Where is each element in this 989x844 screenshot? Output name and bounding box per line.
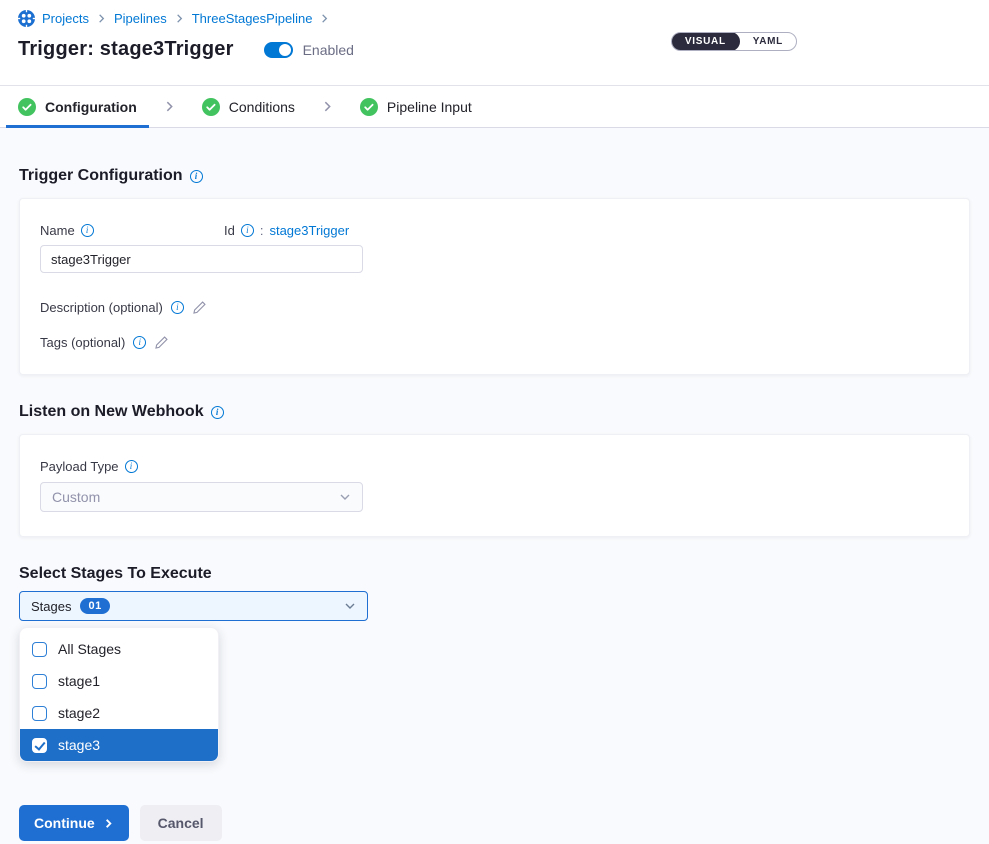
stages-count-badge: 01 bbox=[80, 598, 109, 614]
edit-pencil-icon[interactable] bbox=[192, 300, 207, 315]
chevron-right-icon bbox=[163, 100, 176, 113]
chevron-down-icon bbox=[344, 600, 356, 612]
chevron-right-icon bbox=[321, 100, 334, 113]
stages-multiselect[interactable]: Stages 01 bbox=[19, 591, 368, 621]
trigger-configuration-card: Name i Id i : stage3Trigger Description … bbox=[19, 198, 970, 375]
breadcrumb-projects[interactable]: Projects bbox=[42, 11, 89, 26]
name-label: Name bbox=[40, 223, 75, 238]
visual-tab[interactable]: VISUAL bbox=[671, 32, 740, 51]
stage-option-all-stages[interactable]: All Stages bbox=[20, 633, 218, 665]
id-value[interactable]: stage3Trigger bbox=[269, 223, 349, 238]
section-title: Trigger Configuration bbox=[19, 167, 183, 185]
webhook-card: Payload Type i Custom bbox=[19, 434, 970, 537]
stage-option-stage2[interactable]: stage2 bbox=[20, 697, 218, 729]
stages-dropdown-menu: All Stages stage1 stage2 stage3 bbox=[19, 627, 219, 762]
stage-option-stage1[interactable]: stage1 bbox=[20, 665, 218, 697]
continue-button[interactable]: Continue bbox=[19, 805, 129, 841]
option-label: stage3 bbox=[58, 737, 100, 753]
title-row: Trigger: stage3Trigger Enabled bbox=[18, 38, 971, 61]
info-icon[interactable]: i bbox=[133, 336, 146, 349]
check-circle-icon bbox=[202, 98, 220, 116]
page-header: Projects Pipelines ThreeStagesPipeline T… bbox=[0, 0, 989, 86]
visual-yaml-toggle: VISUAL YAML bbox=[671, 32, 797, 51]
webhook-heading: Listen on New Webhook i bbox=[19, 403, 970, 421]
id-label: Id bbox=[224, 223, 235, 238]
breadcrumb-pipeline-name[interactable]: ThreeStagesPipeline bbox=[192, 11, 313, 26]
check-circle-icon bbox=[360, 98, 378, 116]
name-column: Name i bbox=[40, 223, 224, 238]
info-icon[interactable]: i bbox=[211, 406, 224, 419]
stage-option-stage3[interactable]: stage3 bbox=[20, 729, 218, 761]
check-circle-icon bbox=[18, 98, 36, 116]
tags-row: Tags (optional) i bbox=[40, 335, 949, 350]
info-icon[interactable]: i bbox=[125, 460, 138, 473]
option-label: stage1 bbox=[58, 673, 100, 689]
tab-conditions[interactable]: Conditions bbox=[190, 86, 307, 127]
info-icon[interactable]: i bbox=[241, 224, 254, 237]
tab-pipeline-input[interactable]: Pipeline Input bbox=[348, 86, 484, 127]
chevron-down-icon bbox=[339, 491, 351, 503]
chevron-right-icon bbox=[103, 818, 114, 829]
wizard-tab-bar: Configuration Conditions Pipeline Input bbox=[0, 86, 989, 128]
info-icon[interactable]: i bbox=[81, 224, 94, 237]
description-label: Description (optional) bbox=[40, 300, 163, 315]
harness-logo-icon bbox=[18, 10, 35, 27]
checkbox-unchecked[interactable] bbox=[32, 642, 47, 657]
tags-label: Tags (optional) bbox=[40, 335, 125, 350]
section-title: Select Stages To Execute bbox=[19, 565, 212, 583]
option-label: stage2 bbox=[58, 705, 100, 721]
id-colon: : bbox=[260, 223, 264, 238]
section-title: Listen on New Webhook bbox=[19, 403, 204, 421]
name-label-row: Name i bbox=[40, 223, 224, 238]
tab-configuration[interactable]: Configuration bbox=[6, 86, 149, 127]
trigger-configuration-heading: Trigger Configuration i bbox=[19, 167, 970, 185]
enabled-label: Enabled bbox=[303, 42, 354, 58]
tab-label: Pipeline Input bbox=[387, 99, 472, 115]
checkbox-unchecked[interactable] bbox=[32, 706, 47, 721]
payload-type-label: Payload Type bbox=[40, 459, 119, 474]
name-id-row: Name i Id i : stage3Trigger bbox=[40, 223, 949, 238]
select-stages-heading: Select Stages To Execute bbox=[19, 565, 970, 583]
checkbox-unchecked[interactable] bbox=[32, 674, 47, 689]
continue-label: Continue bbox=[34, 815, 95, 831]
breadcrumb-pipelines[interactable]: Pipelines bbox=[114, 11, 167, 26]
payload-type-select[interactable]: Custom bbox=[40, 482, 363, 512]
page-title: Trigger: stage3Trigger bbox=[18, 38, 234, 61]
footer-actions: Continue Cancel bbox=[19, 805, 970, 841]
checkbox-checked[interactable] bbox=[32, 738, 47, 753]
enabled-toggle[interactable] bbox=[264, 42, 293, 58]
info-icon[interactable]: i bbox=[190, 170, 203, 183]
option-label: All Stages bbox=[58, 641, 121, 657]
edit-pencil-icon[interactable] bbox=[154, 335, 169, 350]
yaml-tab[interactable]: YAML bbox=[740, 32, 796, 51]
chevron-right-icon bbox=[319, 13, 330, 24]
info-icon[interactable]: i bbox=[171, 301, 184, 314]
description-row: Description (optional) i bbox=[40, 300, 949, 315]
breadcrumb: Projects Pipelines ThreeStagesPipeline bbox=[18, 10, 971, 27]
trigger-name-input[interactable] bbox=[40, 245, 363, 273]
chevron-right-icon bbox=[174, 13, 185, 24]
tab-label: Configuration bbox=[45, 99, 137, 115]
main-content: Trigger Configuration i Name i Id i : st… bbox=[0, 128, 989, 844]
payload-type-label-row: Payload Type i bbox=[40, 459, 949, 474]
stages-field-label: Stages bbox=[31, 599, 71, 614]
id-row: Id i : stage3Trigger bbox=[224, 223, 349, 238]
tab-label: Conditions bbox=[229, 99, 295, 115]
cancel-button[interactable]: Cancel bbox=[140, 805, 222, 841]
chevron-right-icon bbox=[96, 13, 107, 24]
payload-type-value: Custom bbox=[52, 489, 100, 505]
